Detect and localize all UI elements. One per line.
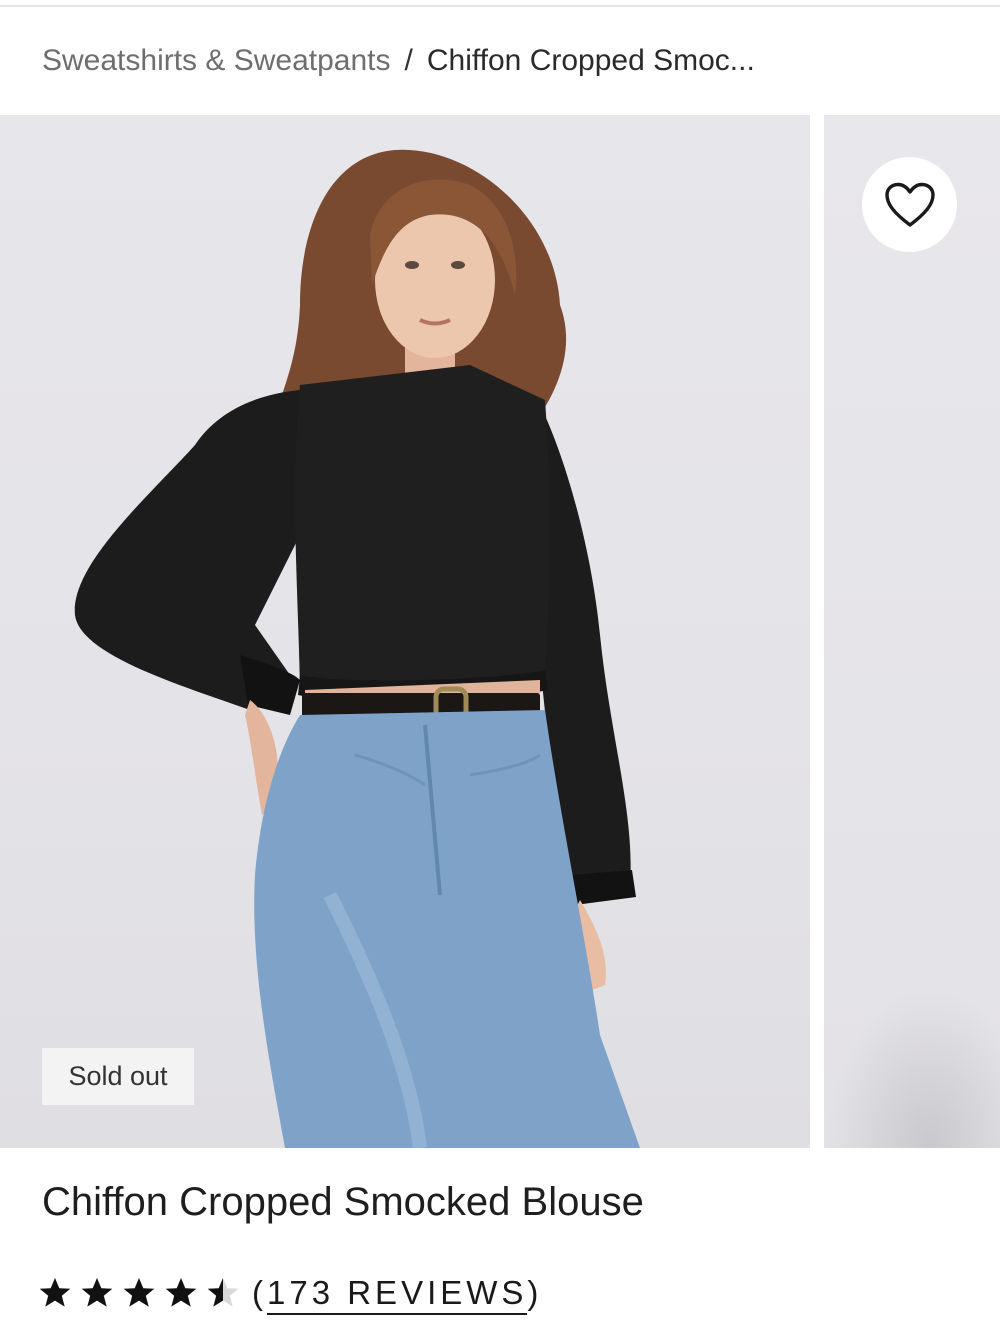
breadcrumb-current: Chiffon Cropped Smoc... xyxy=(426,44,755,77)
breadcrumb-separator: / xyxy=(404,44,413,77)
product-image-main[interactable] xyxy=(0,115,810,1148)
reviews-open-paren: ( xyxy=(252,1274,267,1311)
rating-row: (173 REVIEWS) xyxy=(38,1268,542,1318)
star-rating xyxy=(38,1276,240,1310)
star-full-icon xyxy=(123,1278,155,1307)
star-full-icon xyxy=(81,1278,113,1307)
star-full-icon xyxy=(165,1278,197,1307)
heart-outline-icon xyxy=(884,182,935,227)
wishlist-button[interactable] xyxy=(862,157,957,252)
sold-out-badge: Sold out xyxy=(42,1048,194,1105)
product-title: Chiffon Cropped Smocked Blouse xyxy=(42,1180,644,1224)
reviews-close-paren: ) xyxy=(527,1274,543,1311)
product-photo xyxy=(74,149,640,1148)
breadcrumb-parent-link[interactable]: Sweatshirts & Sweatpants xyxy=(42,44,391,78)
star-full-icon xyxy=(39,1278,71,1307)
reviews-count-label: 173 REVIEWS xyxy=(267,1274,528,1315)
breadcrumb: Sweatshirts & Sweatpants / Chiffon Cropp… xyxy=(42,40,755,82)
product-image-next-peek[interactable] xyxy=(824,115,1000,1148)
top-divider xyxy=(0,5,1000,7)
star-half-icon xyxy=(207,1278,239,1307)
product-image-gallery[interactable] xyxy=(0,115,1000,1148)
reviews-link[interactable]: (173 REVIEWS) xyxy=(252,1274,543,1315)
